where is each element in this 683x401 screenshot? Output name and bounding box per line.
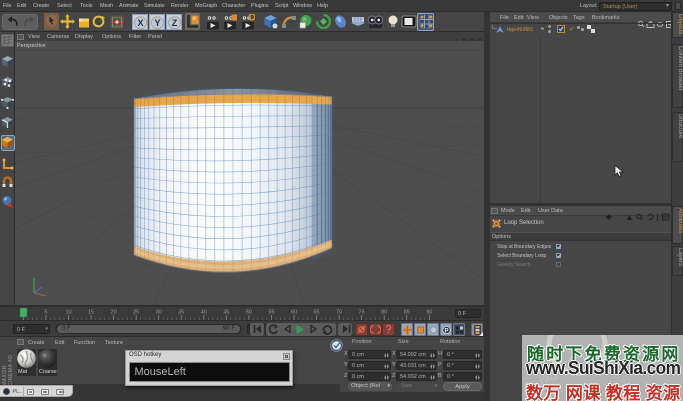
svg-text:50: 50: [246, 310, 252, 316]
svg-text:45: 45: [223, 310, 229, 316]
svg-text:65: 65: [313, 310, 319, 316]
svg-text:Z: Z: [172, 17, 178, 27]
svg-text:75: 75: [359, 310, 365, 316]
svg-text:35: 35: [178, 310, 184, 316]
svg-text:85: 85: [404, 310, 410, 316]
svg-text:90: 90: [426, 310, 432, 316]
svg-text:10: 10: [65, 310, 71, 316]
svg-text:P: P: [444, 328, 448, 334]
svg-text:25: 25: [133, 310, 139, 316]
svg-text:5: 5: [44, 310, 47, 316]
svg-text:20: 20: [111, 310, 117, 316]
svg-text:Y: Y: [154, 17, 160, 27]
svg-text:55: 55: [268, 310, 274, 316]
svg-text:70: 70: [336, 310, 342, 316]
svg-text:X: X: [137, 17, 143, 27]
svg-text:30: 30: [156, 310, 162, 316]
svg-text:60: 60: [291, 310, 297, 316]
svg-text:40: 40: [201, 310, 207, 316]
svg-text:80: 80: [381, 310, 387, 316]
svg-text:15: 15: [88, 310, 94, 316]
